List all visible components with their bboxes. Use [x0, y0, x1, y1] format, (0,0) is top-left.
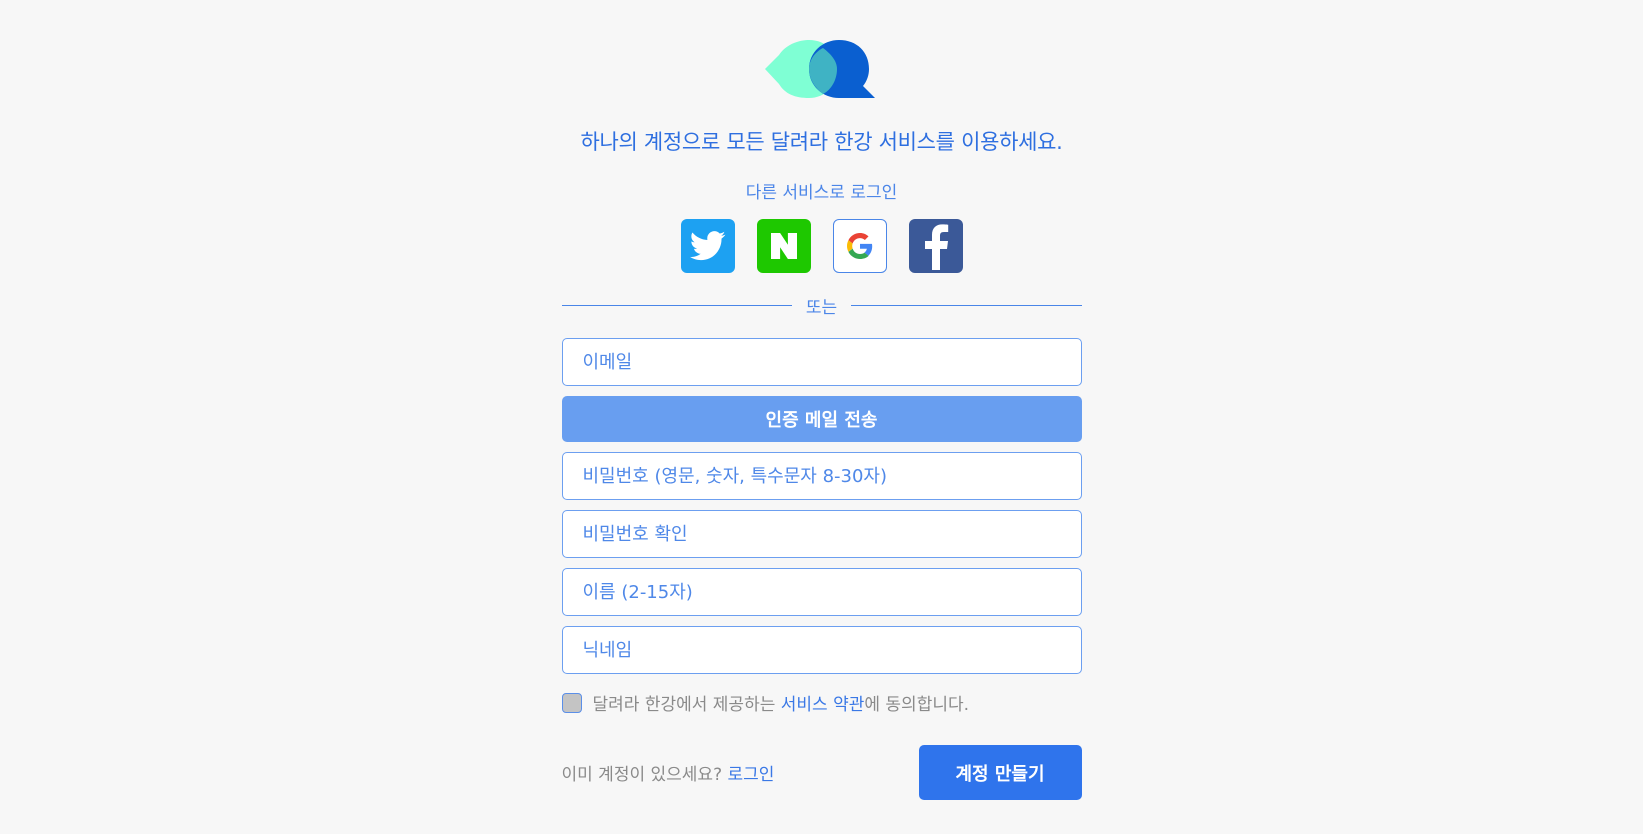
nickname-input[interactable] [561, 626, 1082, 674]
terms-checkbox[interactable] [561, 692, 582, 713]
divider-line-right [851, 305, 1082, 306]
facebook-login-button[interactable] [908, 219, 963, 273]
or-divider: 또는 [561, 293, 1082, 318]
login-link[interactable]: 로그인 [728, 765, 775, 785]
password-confirm-input[interactable] [561, 510, 1082, 558]
already-have-account-text: 이미 계정이 있으세요? [561, 765, 728, 785]
already-have-account: 이미 계정이 있으세요? 로그인 [562, 760, 775, 785]
twitter-bird-icon [689, 231, 725, 261]
naver-n-icon [770, 233, 797, 259]
terms-agreement: 달려라 한강에서 제공하는 서비스 약관 에 동의합니다. [561, 690, 1082, 715]
speech-bubbles-logo-icon [764, 40, 875, 98]
terms-text-prefix: 달려라 한강에서 제공하는 [592, 695, 781, 715]
terms-of-service-link[interactable]: 서비스 약관 [781, 690, 865, 715]
divider-text: 또는 [805, 298, 838, 318]
password-input[interactable] [561, 452, 1082, 500]
email-input[interactable] [561, 338, 1082, 386]
twitter-login-button[interactable] [680, 219, 735, 273]
divider-line-left [561, 305, 792, 306]
facebook-f-icon [924, 224, 948, 270]
naver-login-button[interactable] [756, 219, 811, 273]
send-verification-email-button[interactable]: 인증 메일 전송 [561, 396, 1082, 442]
create-account-button[interactable]: 계정 만들기 [918, 745, 1082, 800]
social-login-buttons [562, 219, 1082, 273]
social-login-label: 다른 서비스로 로그인 [745, 183, 898, 203]
name-input[interactable] [561, 568, 1082, 616]
signup-container: 하나의 계정으로 모든 달려라 한강 서비스를 이용하세요. 다른 서비스로 로… [561, 0, 1082, 800]
terms-text-suffix: 에 동의합니다. [864, 695, 970, 715]
google-g-icon [846, 233, 872, 259]
headline: 하나의 계정으로 모든 달려라 한강 서비스를 이용하세요. [580, 130, 1063, 154]
form-footer: 이미 계정이 있으세요? 로그인 계정 만들기 [562, 745, 1082, 800]
google-login-button[interactable] [832, 219, 887, 273]
